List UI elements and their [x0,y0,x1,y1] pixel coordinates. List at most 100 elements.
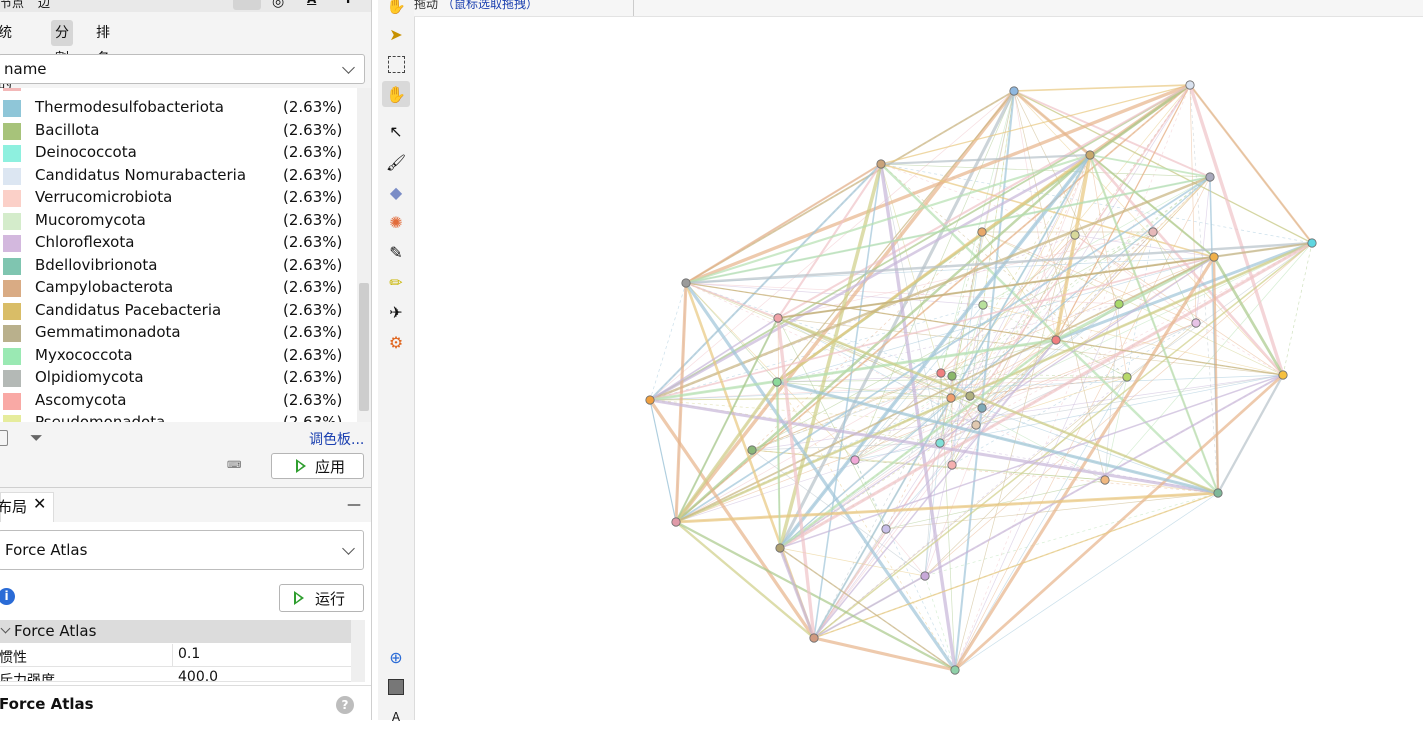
graph-node[interactable] [965,391,975,401]
properties-scrollbar[interactable] [351,620,365,682]
rect-select-icon[interactable] [382,51,410,77]
color-swatch[interactable] [3,145,21,162]
graph-node[interactable] [1070,230,1080,240]
graph-node[interactable] [920,571,930,581]
graph-node[interactable] [1009,86,1019,96]
color-swatch[interactable] [3,167,21,185]
label-size-icon[interactable]: T [344,0,352,6]
size-mode-icon[interactable]: ◎ [272,0,284,10]
color-swatch[interactable] [3,212,21,230]
graph-node[interactable] [1185,80,1195,90]
list-item[interactable]: Ascomycota (2.63%) [0,390,357,412]
graph-node[interactable] [1085,150,1095,160]
run-button[interactable]: 运行 [279,584,364,612]
list-item[interactable]: Candidatus Nomurabacteria (2.63%) [0,165,357,187]
list-item[interactable]: Verrucomicrobiota (2.63%) [0,187,357,209]
graph-node[interactable] [971,420,981,430]
list-item[interactable]: Bdellovibrionota (2.63%) [0,255,357,277]
graph-node[interactable] [1122,372,1132,382]
graph-node[interactable] [881,524,891,534]
graph-node[interactable] [1278,370,1288,380]
property-value[interactable]: 0.1 [178,646,200,662]
graph-node[interactable] [1114,299,1124,309]
force-atlas-section-header[interactable]: Force Atlas [0,620,352,643]
graph-node[interactable] [1209,252,1219,262]
color-swatch[interactable] [3,347,21,365]
graph-node[interactable] [775,543,785,553]
pencil-icon[interactable]: ✎ [382,239,410,265]
graph-node[interactable] [645,395,655,405]
font-icon[interactable]: A [382,704,410,730]
property-value[interactable]: 400.0 [178,669,218,681]
color-swatch[interactable] [3,257,21,275]
scrollbar-thumb[interactable] [359,283,369,411]
color-swatch[interactable] [3,100,21,117]
graph-node[interactable] [1205,172,1215,182]
close-icon[interactable]: ✕ [33,494,46,513]
graph-node[interactable] [850,455,860,465]
legend-scrollbar[interactable] [357,88,371,422]
color-swatch[interactable] [3,190,21,207]
graph-node[interactable] [947,460,957,470]
list-item[interactable]: Candidatus Pacebacteria (2.63%) [0,300,357,322]
gear-icon[interactable]: ⚙ [382,329,410,355]
graph-node[interactable] [773,313,783,323]
palette-link[interactable]: 调色板... [309,429,364,449]
layout-select[interactable]: Force Atlas [0,530,364,570]
minimize-icon[interactable]: — [347,497,361,513]
list-item[interactable]: Olpidiomycota (2.63%) [0,367,357,389]
graph-node[interactable] [876,159,886,169]
graph-node[interactable] [1213,488,1223,498]
color-swatch[interactable] [3,235,21,252]
list-item[interactable]: Gemmatimonadota (2.63%) [0,322,357,344]
airplane-icon[interactable]: ✈ [382,299,410,325]
list-item[interactable]: Campylobacterota (2.63%) [0,277,357,299]
drag-hand-icon[interactable]: ✋ [382,81,410,107]
pointer-icon[interactable]: ➤ [382,21,410,47]
color-mode-icon[interactable] [233,0,261,10]
graph-node[interactable] [977,403,987,413]
graph-node[interactable] [681,278,691,288]
graph-node[interactable] [772,377,782,387]
graph-canvas[interactable] [414,17,1423,720]
graph-node[interactable] [978,300,988,310]
graph-node[interactable] [1307,238,1317,248]
graph-node[interactable] [809,633,819,643]
apply-button[interactable]: 应用 [271,453,364,479]
help-icon[interactable]: ? [336,696,354,714]
diamond-icon[interactable]: ◆ [382,179,410,205]
copy-icon[interactable] [0,430,8,446]
color-wheel-icon[interactable]: ✺ [382,209,410,235]
color-swatch[interactable] [3,122,21,140]
color-swatch[interactable] [3,370,21,387]
graph-node[interactable] [946,393,956,403]
tab-edges[interactable]: 边 [38,0,50,11]
zoom-icon[interactable]: ⊕ [382,644,410,670]
graph-node[interactable] [671,517,681,527]
tab-layout[interactable]: 布局 ✕ [0,492,54,523]
color-swatch[interactable] [3,280,21,297]
graph-node[interactable] [1191,318,1201,328]
graph-node[interactable] [1051,335,1061,345]
graph-node[interactable] [935,438,945,448]
highlighter-icon[interactable]: ✏ [382,269,410,295]
graph-node[interactable] [1148,227,1158,237]
color-swatch[interactable] [3,302,21,320]
color-swatch[interactable] [3,325,21,342]
graph-node[interactable] [1100,475,1110,485]
attribute-select[interactable]: name [0,54,365,84]
tab-ranking[interactable]: 排名 [92,20,114,67]
tab-nodes[interactable]: 节点 [0,0,24,11]
label-color-icon[interactable]: A [307,0,316,6]
square-icon[interactable] [382,674,410,700]
edge-pencil-icon[interactable]: ↖ [382,118,410,144]
hand-drag-icon[interactable]: ✋ [382,0,410,18]
graph-node[interactable] [936,368,946,378]
list-item[interactable]: Thermodesulfobacteriota (2.63%) [0,97,357,119]
tab-partition[interactable]: 分割 [51,20,73,67]
graph-node[interactable] [747,445,757,455]
list-item[interactable]: Chloroflexota (2.63%) [0,232,357,254]
brush-icon[interactable]: 🖌 [382,149,410,175]
filter-icon[interactable]: ⏷ [30,428,43,448]
list-item[interactable]: Mucoromycota (2.63%) [0,210,357,232]
